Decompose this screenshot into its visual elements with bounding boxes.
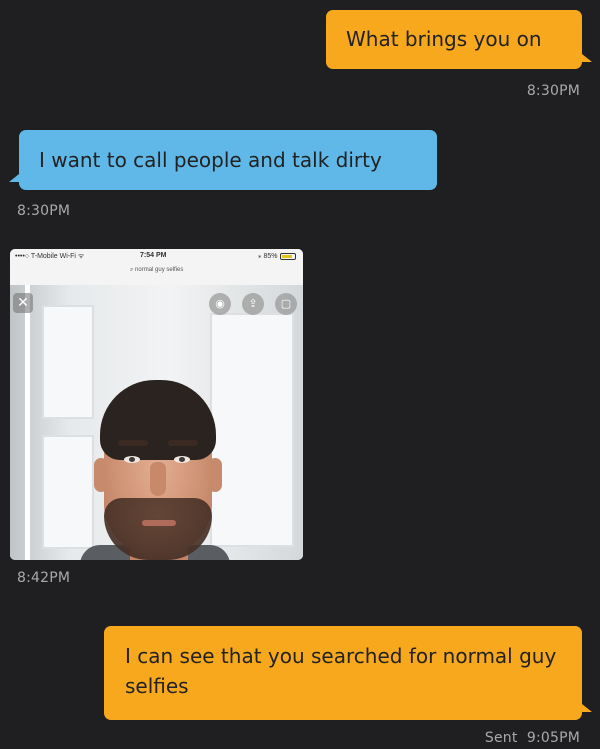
share-icon: ⇪ xyxy=(242,293,264,315)
message-text: What brings you on xyxy=(346,27,542,51)
bubble-tail xyxy=(582,704,592,712)
message-timestamp: Sent 9:05PM xyxy=(484,730,580,746)
close-icon: ✕ xyxy=(13,293,33,313)
door-panel xyxy=(42,305,94,419)
message-timestamp: 8:42PM xyxy=(17,570,71,586)
message-timestamp: 8:30PM xyxy=(526,83,580,99)
eyebrow xyxy=(118,440,148,446)
message-bubble-incoming[interactable]: I want to call people and talk dirty xyxy=(19,130,437,190)
nose xyxy=(150,462,166,496)
door-panel xyxy=(42,435,94,549)
hair xyxy=(100,380,216,460)
eye xyxy=(124,456,140,463)
eyebrow xyxy=(168,440,198,446)
message-timestamp: 8:30PM xyxy=(17,203,71,219)
battery-text: ⁎ 85% xyxy=(258,253,278,260)
man-face xyxy=(92,380,224,560)
lens-icon: ◉ xyxy=(209,293,231,315)
eye xyxy=(174,456,190,463)
bookmark-icon: ▢ xyxy=(275,293,297,315)
message-text: I want to call people and talk dirty xyxy=(39,148,382,172)
bubble-tail xyxy=(582,54,592,62)
selfie-photo xyxy=(10,285,303,560)
bubble-tail xyxy=(9,174,19,182)
phone-clock: 7:54 PM xyxy=(140,252,167,259)
message-text: I can see that you searched for normal g… xyxy=(125,644,557,698)
mouth xyxy=(142,520,176,526)
phone-status-bar: ••••○ T-Mobile Wi-Fi ᯤ 7:54 PM ⁎ 85% ⌕ n… xyxy=(10,249,303,285)
beard xyxy=(104,498,212,560)
search-query-text: ⌕ normal guy selfies xyxy=(130,267,184,273)
message-bubble-outgoing[interactable]: I can see that you searched for normal g… xyxy=(104,626,582,720)
image-message[interactable]: ••••○ T-Mobile Wi-Fi ᯤ 7:54 PM ⁎ 85% ⌕ n… xyxy=(10,249,303,560)
message-bubble-outgoing[interactable]: What brings you on xyxy=(326,10,582,69)
battery-level xyxy=(282,255,292,258)
carrier-text: ••••○ T-Mobile Wi-Fi ᯤ xyxy=(15,253,85,260)
battery-icon xyxy=(280,253,296,260)
